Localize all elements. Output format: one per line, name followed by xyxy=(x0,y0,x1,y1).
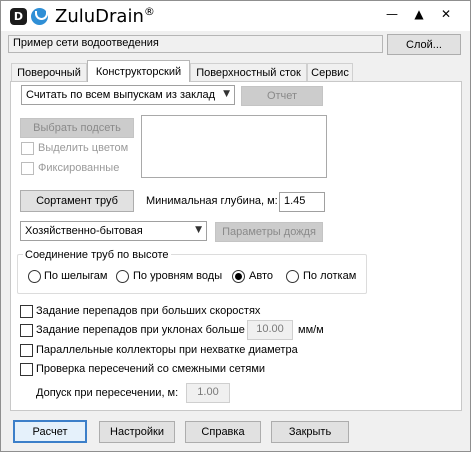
sewage-type-value: Хозяйственно-бытовая xyxy=(25,225,143,237)
radio-water-level[interactable] xyxy=(116,270,129,283)
tab-service[interactable]: Сервис xyxy=(307,63,353,81)
intersection-tolerance-input[interactable]: 1.00 xyxy=(186,383,230,403)
outlet-select-value: Считать по всем выпускам из заклад xyxy=(26,89,216,101)
outlet-select[interactable]: Считать по всем выпускам из заклад ▼ xyxy=(21,85,235,105)
radio-crown-label: По шелыгам xyxy=(44,270,108,282)
radio-crown[interactable] xyxy=(28,270,41,283)
rain-params-button[interactable]: Параметры дождя xyxy=(215,222,323,242)
intersection-check-label: Проверка пересечений со смежными сетями xyxy=(36,363,266,375)
minimize-icon[interactable]: — xyxy=(381,5,403,23)
app-title-text: ZuluDrain xyxy=(55,6,144,27)
app-logo-icon: D xyxy=(10,8,27,25)
subnet-list[interactable] xyxy=(141,115,327,178)
highlight-color-checkbox[interactable] xyxy=(21,142,34,155)
fixed-label: Фиксированные xyxy=(38,162,120,174)
zuludrain-window: D ZuluDrain® — ▲ ✕ Пример сети водоотвед… xyxy=(0,0,471,452)
maximize-icon[interactable]: ▲ xyxy=(408,5,430,23)
radio-water-level-label: По уровням воды xyxy=(133,270,223,282)
highlight-color-label: Выделить цветом xyxy=(38,142,129,154)
layer-button[interactable]: Слой... xyxy=(387,34,461,55)
design-panel: Считать по всем выпускам из заклад ▼ Отч… xyxy=(10,81,462,411)
app-title: ZuluDrain® xyxy=(55,5,155,27)
drops-slope-input[interactable]: 10.00 xyxy=(247,320,293,340)
drops-high-speed-checkbox[interactable] xyxy=(20,305,33,318)
tab-design[interactable]: Конструкторский xyxy=(87,60,190,82)
min-depth-input[interactable]: 1.45 xyxy=(279,192,325,212)
chevron-down-icon: ▼ xyxy=(195,225,202,235)
drops-slope-checkbox[interactable] xyxy=(20,324,33,337)
radio-auto-label: Авто xyxy=(249,270,273,282)
min-depth-label: Минимальная глубина, м: xyxy=(146,195,278,207)
drops-slope-unit: мм/м xyxy=(298,324,324,336)
tab-surface-runoff[interactable]: Поверхностный сток xyxy=(190,63,307,81)
help-button[interactable]: Справка xyxy=(185,421,261,443)
select-subnet-button[interactable]: Выбрать подсеть xyxy=(20,118,134,138)
tab-verification[interactable]: Поверочный xyxy=(11,63,87,81)
intersection-tolerance-label: Допуск при пересечении, м: xyxy=(36,387,179,399)
registered-mark: ® xyxy=(143,5,155,18)
drops-slope-label: Задание перепадов при уклонах больше xyxy=(36,324,245,336)
chevron-down-icon: ▼ xyxy=(223,89,230,99)
radio-auto[interactable] xyxy=(232,270,245,283)
radio-invert-label: По лоткам xyxy=(303,270,357,282)
settings-button[interactable]: Настройки xyxy=(99,421,175,443)
title-bar: D ZuluDrain® — ▲ ✕ xyxy=(1,1,470,31)
fixed-checkbox[interactable] xyxy=(21,162,34,175)
calculate-button[interactable]: Расчет xyxy=(13,420,87,443)
close-button[interactable]: Закрыть xyxy=(271,421,349,443)
intersection-check-checkbox[interactable] xyxy=(20,363,33,376)
drops-high-speed-label: Задание перепадов при больших скоростях xyxy=(36,305,261,317)
pipe-connection-group-title: Соединение труб по высоте xyxy=(23,249,171,261)
sewage-type-select[interactable]: Хозяйственно-бытовая ▼ xyxy=(20,221,207,241)
smile-logo-icon xyxy=(31,8,48,25)
pipe-assortment-button[interactable]: Сортамент труб xyxy=(20,190,134,212)
report-button[interactable]: Отчет xyxy=(241,86,323,106)
radio-invert[interactable] xyxy=(286,270,299,283)
close-icon[interactable]: ✕ xyxy=(435,5,457,23)
network-name-field: Пример сети водоотведения xyxy=(8,35,383,53)
parallel-collectors-checkbox[interactable] xyxy=(20,344,33,357)
parallel-collectors-label: Параллельные коллекторы при нехватке диа… xyxy=(36,344,298,356)
